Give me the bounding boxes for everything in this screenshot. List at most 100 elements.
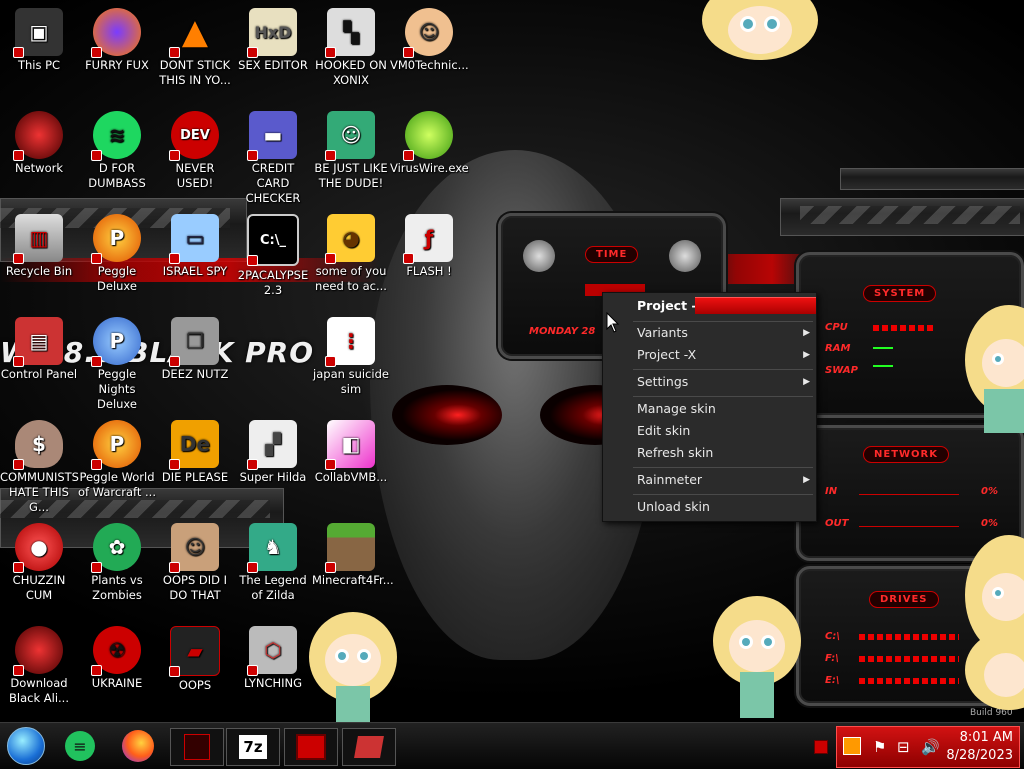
menu-item-rainmeter[interactable]: Rainmeter ▶ [603, 469, 816, 491]
desktop-icon-chuzzin-cum[interactable]: ● CHUZZIN CUM [0, 517, 78, 603]
clock-date[interactable]: 8/28/2023 [946, 748, 1013, 763]
media-icon: ◧ [325, 420, 375, 470]
peggle-icon: P [91, 214, 141, 264]
dreamweaver-icon: De [169, 420, 219, 470]
time-skin-date: MONDAY 28 [529, 326, 596, 337]
desktop-icon-lynching[interactable]: ⬡ LYNCHING [234, 620, 312, 691]
desktop-icon-furry-fux[interactable]: FURRY FUX [78, 2, 156, 73]
desktop-icon-super-hilda[interactable]: ▞ Super Hilda [234, 414, 312, 485]
desktop-icon-oops-did-i-do-that[interactable]: ☺ OOPS DID I DO THAT [156, 517, 234, 603]
dev-cpp-icon: DEV [169, 111, 219, 161]
system-row-ram: RAM [825, 343, 851, 354]
alienware-logo-icon-left [523, 240, 555, 272]
control-panel-icon: ▤ [13, 317, 63, 367]
desktop-icon-plants-vs-zombies[interactable]: ✿ Plants vs Zombies [78, 517, 156, 603]
desktop-icon-hooked-on-xonix[interactable]: ▚ HOOKED ON XONIX [312, 2, 390, 88]
time-skin-title: TIME [585, 246, 639, 263]
desktop-icon-legend-of-zilda[interactable]: ♞ The Legend of Zilda [234, 517, 312, 603]
wallpaper-top-band [840, 168, 1024, 190]
drive-row-c: C:\ [825, 631, 840, 642]
desktop-icon-peggle-wow[interactable]: P Peggle World of Warcraft ... [78, 414, 156, 500]
desktop-icon-2pacalypse[interactable]: C:\_ 2PACALYPSE 2.3 [234, 208, 312, 298]
desktop-icon-deez-nutz[interactable]: ❐ DEEZ NUTZ [156, 311, 234, 382]
cartoon-dog-icon: ◕ [325, 214, 375, 264]
mouse-pointer-icon [606, 311, 620, 338]
drive-row-e: E:\ [825, 675, 840, 686]
desktop-icon-japan-suicide-sim[interactable]: ⋮ japan suicide sim [312, 311, 390, 397]
action-center-flag-icon[interactable]: ⚑ [873, 738, 886, 756]
red-window-icon [296, 734, 326, 760]
network-status-icon[interactable]: ⊟ [897, 738, 910, 756]
peggle-icon: P [91, 420, 141, 470]
recycle-bin-icon: ▥ [13, 214, 63, 264]
desktop-icon-die-please[interactable]: De DIE PLEASE [156, 414, 234, 485]
taskbar[interactable]: ≡ 7z ⚑ ⊟ 🔊 8:01 AM 8/28/2023 [0, 722, 1024, 769]
rainmeter-context-menu[interactable]: Project -X Variants ▶ Project -X ▶ Setting… [602, 292, 817, 522]
menu-item-project-x[interactable]: Project -X ▶ [603, 344, 816, 366]
desktop-icon-be-just-like-the-dude[interactable]: ☺ BE JUST LIKE THE DUDE! [312, 105, 390, 191]
desktop-icon-oops[interactable]: ▰ OOPS [156, 620, 234, 693]
tray-overflow-icon[interactable] [814, 740, 828, 754]
desktop-icon-d-for-dumbass[interactable]: ≋ D FOR DUMBASS [78, 105, 156, 191]
menu-item-edit-skin[interactable]: Edit skin [603, 420, 816, 442]
document-icon: ⋮ [325, 317, 375, 367]
menu-item-manage-skin[interactable]: Manage skin [603, 398, 816, 420]
desktop-icon-sex-editor[interactable]: HxD SEX EDITOR [234, 2, 312, 73]
menu-item-refresh-skin[interactable]: Refresh skin [603, 442, 816, 464]
desktop-icon-peggle-deluxe[interactable]: P Peggle Deluxe [78, 208, 156, 294]
desktop-icon-viruswire[interactable]: VirusWire.exe [390, 105, 469, 176]
submenu-arrow-icon: ▶ [803, 377, 810, 387]
desktop[interactable]: WS 8.1 BLACK PRO TIME MONDAY 28 SYSTEM C… [0, 0, 1024, 722]
taskbar-red-app[interactable] [284, 728, 338, 766]
desktop-icon-never-used[interactable]: DEV NEVER USED! [156, 105, 234, 191]
swap-meter [873, 365, 893, 367]
doctor-icon: ☺ [403, 8, 453, 58]
desktop-icon-credit-card-checker[interactable]: ▬ CREDIT CARD CHECKER [234, 105, 312, 206]
desktop-icon-israel-spy[interactable]: ▭ ISRAEL SPY [156, 208, 234, 279]
menu-item-unload-skin[interactable]: Unload skin [603, 496, 816, 518]
taskbar-7zip[interactable]: 7z [226, 728, 280, 766]
7zip-icon: 7z [239, 735, 267, 759]
cartoon-girl-top-right [700, 0, 820, 60]
taskbar-firefox[interactable] [112, 728, 164, 764]
desktop-icon-communists[interactable]: $ COMMUNISTS HATE THIS G... [0, 414, 79, 515]
menu-separator [633, 467, 813, 468]
menu-item-variants[interactable]: Variants ▶ [603, 322, 816, 344]
menu-separator [633, 396, 813, 397]
desktop-icon-flash[interactable]: ƒ FLASH ! [390, 208, 468, 279]
taskbar-chat-app[interactable]: ≡ [54, 728, 106, 764]
desktop-icon-collabvm[interactable]: ◧ CollabVMB... [312, 414, 390, 485]
network-computers-icon: ▭ [169, 214, 219, 264]
taskbar-control-panel[interactable] [342, 728, 396, 766]
taskbar-alienware-app[interactable] [170, 728, 224, 766]
volume-icon[interactable]: 🔊 [921, 738, 940, 756]
firefox-icon [122, 730, 154, 762]
desktop-icon-dont-stick[interactable]: ▲ DONT STICK THIS IN YO... [156, 2, 234, 88]
desktop-icon-control-panel[interactable]: ▤ Control Panel [0, 311, 78, 382]
desktop-icon-download-black-alien[interactable]: Download Black Ali... [0, 620, 78, 706]
start-button[interactable] [0, 727, 52, 765]
desktop-icon-this-pc[interactable]: ▣ This PC [0, 2, 78, 73]
desktop-icon-recycle-bin[interactable]: ▥ Recycle Bin [0, 208, 78, 279]
desktop-icon-ukraine[interactable]: ☢ UKRAINE [78, 620, 156, 691]
menu-item-settings[interactable]: Settings ▶ [603, 371, 816, 393]
chuzzle-icon: ● [13, 523, 63, 573]
menu-separator [633, 369, 813, 370]
stacked-windows-icon: ❐ [169, 317, 219, 367]
desktop-icon-vm0technic[interactable]: ☺ VM0Technic... [390, 2, 469, 73]
system-row-swap: SWAP [825, 365, 858, 376]
clock-time[interactable]: 8:01 AM [960, 730, 1013, 745]
desktop-icon-minecraft4fr[interactable]: Minecraft4Fr... [312, 517, 394, 588]
cartoon-girl-right-middle [964, 305, 1024, 435]
system-tray[interactable]: ⚑ ⊟ 🔊 8:01 AM 8/28/2023 [836, 726, 1020, 768]
network-in-value: 0% [981, 486, 998, 497]
pixel-hero-icon: ♞ [247, 523, 297, 573]
limewire-icon [403, 111, 453, 161]
system-skin-title: SYSTEM [863, 285, 937, 302]
desktop-icon-some-of-you[interactable]: ◕ some of you need to ac... [312, 208, 390, 294]
system-row-cpu: CPU [825, 322, 848, 333]
wallpaper-right-stripes [800, 206, 1020, 224]
desktop-icon-peggle-nights[interactable]: P Peggle Nights Deluxe [78, 311, 156, 412]
desktop-icon-network[interactable]: Network [0, 105, 78, 176]
tray-app-icon[interactable] [843, 737, 861, 755]
